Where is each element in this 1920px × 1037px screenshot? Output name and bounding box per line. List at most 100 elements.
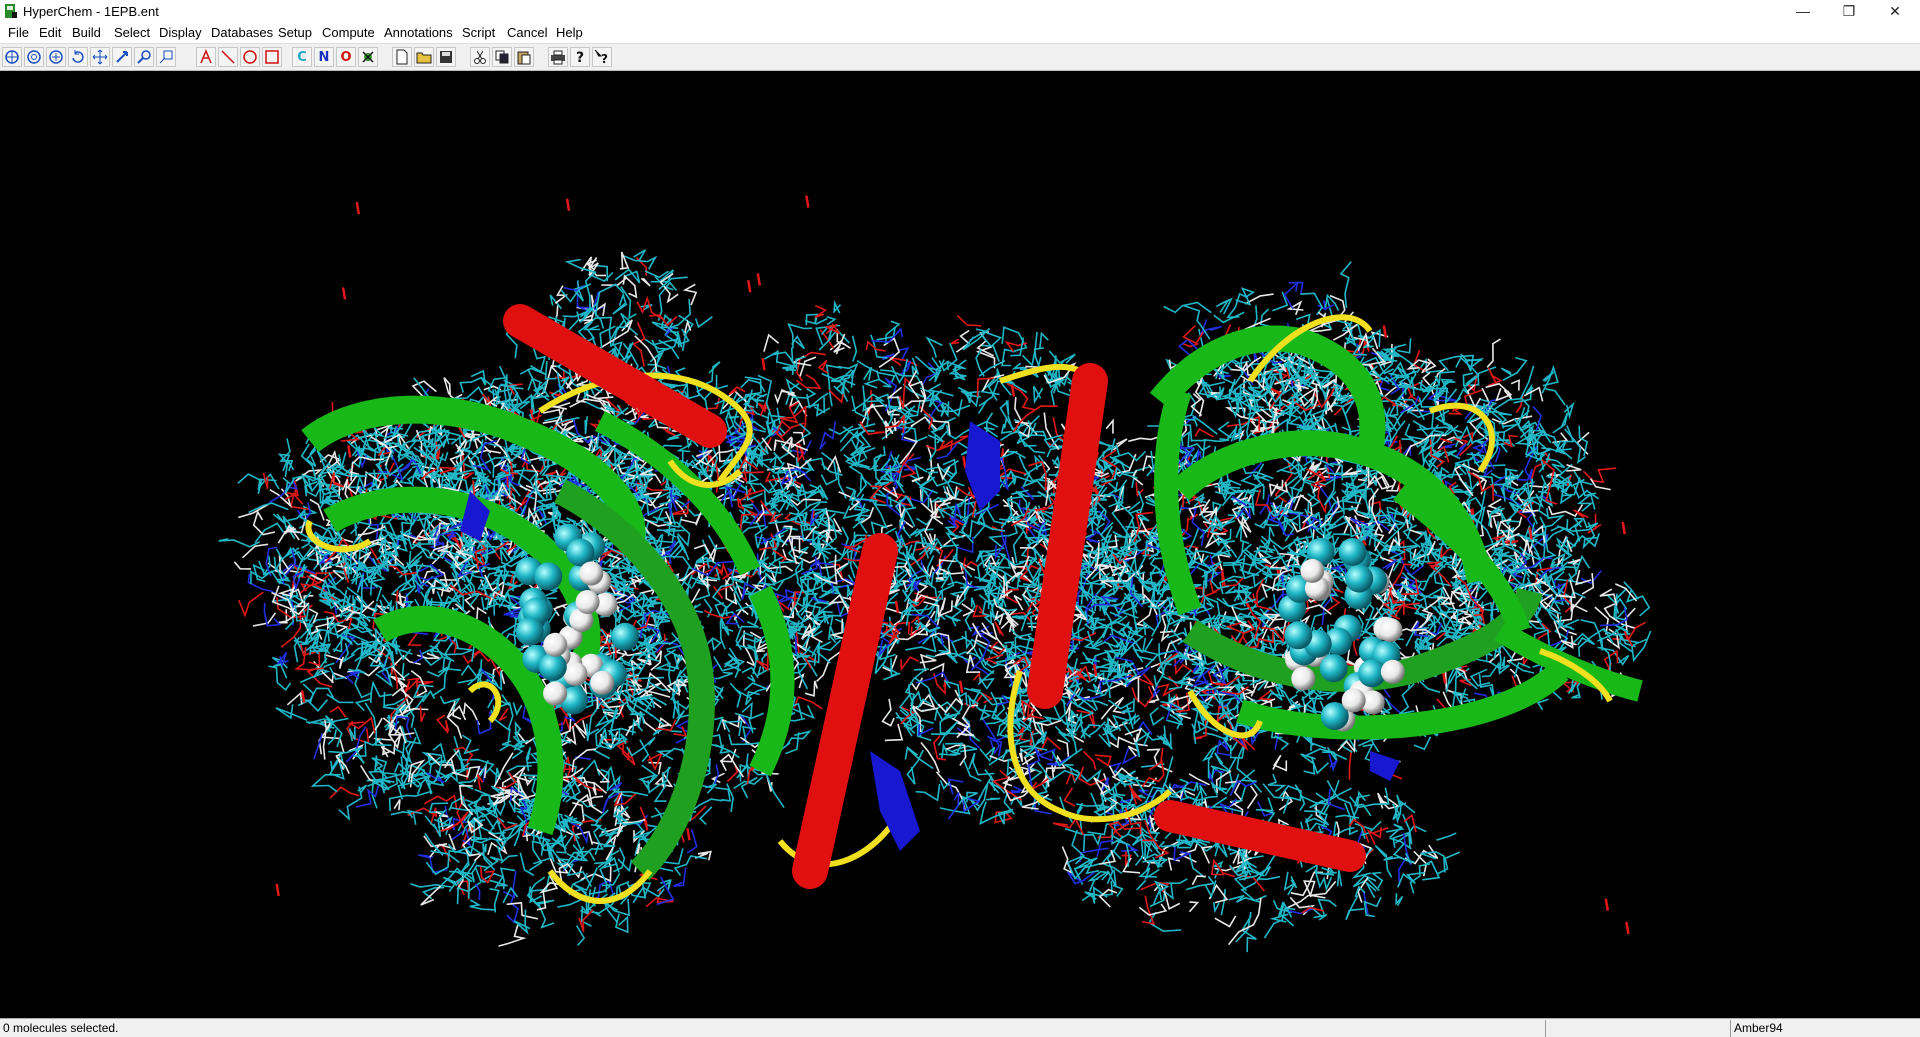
atom-bond — [525, 747, 532, 772]
atom-bond — [329, 761, 345, 781]
atom-bond — [1542, 508, 1565, 529]
menu-file[interactable]: File — [8, 25, 29, 40]
atom-bond — [1398, 683, 1415, 715]
atom-bond — [1188, 901, 1200, 913]
atom-bond — [449, 386, 484, 400]
menu-build[interactable]: Build — [72, 25, 101, 40]
atom-bond — [425, 861, 450, 876]
save-file-button[interactable] — [436, 47, 456, 67]
atom-bond — [498, 924, 527, 947]
molecule-viewport[interactable] — [0, 71, 1920, 1018]
element-carbon-button[interactable]: C — [292, 47, 312, 67]
atom-bond — [1002, 575, 1006, 596]
menu-cancel[interactable]: Cancel — [507, 25, 547, 40]
translate-icon — [92, 49, 108, 65]
element-nitrogen-button[interactable]: N — [314, 47, 334, 67]
z-clip-button[interactable] — [156, 47, 176, 67]
menu-annotations[interactable]: Annotations — [384, 25, 453, 40]
atom-bond — [607, 791, 649, 799]
menu-help[interactable]: Help — [556, 25, 583, 40]
atom-bond — [774, 388, 797, 405]
save-disk-icon — [440, 51, 452, 63]
atom-bond — [740, 776, 758, 799]
copy-button[interactable] — [492, 47, 512, 67]
atom-bond — [357, 784, 368, 794]
atom-bond — [1458, 474, 1473, 492]
cut-button[interactable] — [470, 47, 490, 67]
atom-bond — [573, 867, 598, 894]
minimize-button[interactable]: — — [1780, 0, 1826, 22]
atom-bond — [972, 671, 981, 684]
menu-select[interactable]: Select — [114, 25, 150, 40]
atom-bond — [851, 335, 858, 362]
menu-display[interactable]: Display — [159, 25, 202, 40]
menu-script[interactable]: Script — [462, 25, 495, 40]
atom-bond — [785, 732, 800, 755]
atom-bond — [388, 790, 433, 812]
atom-bond — [884, 723, 904, 742]
atom-bond — [1502, 407, 1526, 428]
atom-bond — [1018, 455, 1044, 482]
annotate-ellipse-button[interactable] — [240, 47, 260, 67]
atom-bond — [1254, 559, 1270, 584]
select-tool-button[interactable] — [24, 47, 44, 67]
atom-bond — [941, 742, 948, 759]
atom-bond — [1326, 780, 1357, 821]
annotate-line-button[interactable] — [218, 47, 238, 67]
paste-button[interactable] — [514, 47, 534, 67]
atom-bond — [999, 399, 1010, 420]
context-help-button[interactable]: ? — [592, 47, 612, 67]
atom-bond — [973, 510, 994, 539]
open-file-button[interactable] — [414, 47, 434, 67]
menu-setup[interactable]: Setup — [278, 25, 312, 40]
atom-bond — [950, 604, 963, 627]
restore-button[interactable]: ❐ — [1826, 0, 1872, 22]
atom-bond — [925, 336, 943, 358]
atom-bond — [297, 699, 329, 712]
atom-bond — [1004, 535, 1011, 561]
atom-bond — [1486, 338, 1501, 368]
atom-bond — [1254, 519, 1268, 529]
menu-edit[interactable]: Edit — [39, 25, 61, 40]
atom-bond — [929, 515, 944, 525]
atom-bond — [741, 666, 759, 679]
atom-bond — [987, 376, 1001, 401]
scissors-icon — [474, 50, 486, 64]
atom-bond — [276, 651, 289, 668]
annotate-text-button[interactable] — [196, 47, 216, 67]
atom-bond — [1209, 796, 1242, 813]
translate-z-button[interactable] — [112, 47, 132, 67]
atom-bond — [1039, 331, 1049, 350]
annotate-rectangle-button[interactable] — [262, 47, 282, 67]
zoom-button[interactable] — [134, 47, 154, 67]
atom-bond — [512, 702, 523, 716]
help-question-icon: ? — [576, 50, 584, 65]
menu-compute[interactable]: Compute — [322, 25, 375, 40]
atom-bond — [978, 677, 995, 690]
rotate-xy-button[interactable] — [46, 47, 66, 67]
rotate-z-button[interactable] — [68, 47, 88, 67]
translate-xy-button[interactable] — [90, 47, 110, 67]
element-oxygen-button[interactable]: O — [336, 47, 356, 67]
atom-bond — [1188, 854, 1206, 879]
close-button[interactable]: ✕ — [1872, 0, 1918, 22]
atom-bond — [313, 732, 323, 760]
atom-bond — [499, 728, 511, 752]
atom-bond — [1019, 746, 1048, 753]
help-button[interactable]: ? — [570, 47, 590, 67]
periodic-table-button[interactable] — [358, 47, 378, 67]
atom-bond — [1214, 915, 1237, 928]
draw-atom-icon — [5, 50, 19, 64]
atom-bond — [763, 333, 780, 352]
new-file-button[interactable] — [392, 47, 412, 67]
print-button[interactable] — [548, 47, 568, 67]
draw-tool-button[interactable] — [2, 47, 22, 67]
atom-bond — [451, 828, 472, 847]
atom-bond — [1057, 739, 1070, 760]
atom-bond — [1267, 773, 1287, 793]
atom-bond — [1502, 356, 1528, 382]
menu-databases[interactable]: Databases — [211, 25, 273, 40]
atom-bond — [1485, 382, 1513, 402]
atom-bond — [1335, 814, 1360, 819]
atom-bond — [397, 781, 416, 800]
